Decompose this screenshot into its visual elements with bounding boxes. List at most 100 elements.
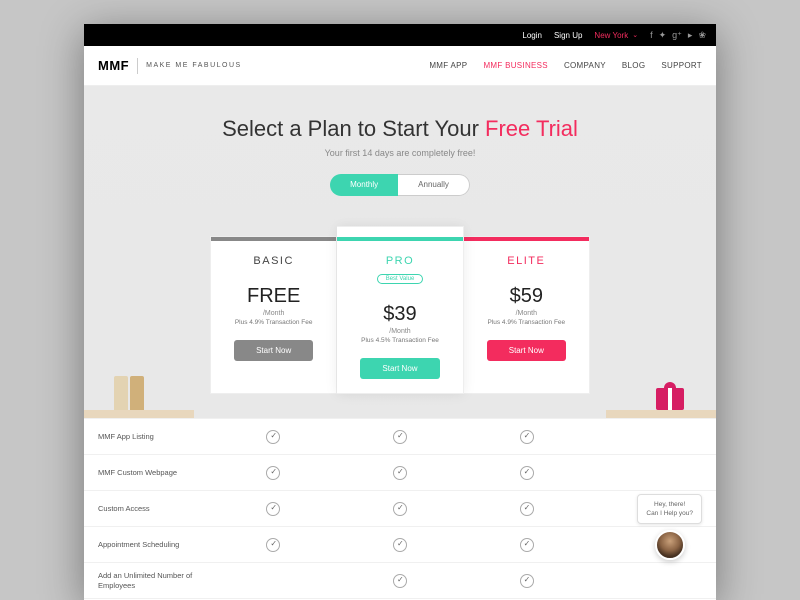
check-icon <box>266 502 280 516</box>
feature-row: Appointment Scheduling <box>84 526 716 562</box>
plan-elite: ELITE $59 /Month Plus 4.9% Transaction F… <box>464 236 590 394</box>
navbar: MMF MAKE ME FABULOUS MMF APP MMF BUSINES… <box>84 46 716 86</box>
plan-period: /Month <box>464 310 589 317</box>
hero: Select a Plan to Start Your Free Trial Y… <box>84 86 716 418</box>
feature-label: MMF Custom Webpage <box>84 468 210 478</box>
toggle-monthly[interactable]: Monthly <box>330 174 398 196</box>
feature-cell <box>337 466 464 480</box>
check-icon <box>520 574 534 588</box>
check-icon <box>393 538 407 552</box>
gift-icon <box>656 388 684 410</box>
feature-table: MMF App Listing MMF Custom Webpage Custo… <box>84 418 716 600</box>
feature-row: Add an Unlimited Number of Employees <box>84 562 716 598</box>
desk-decor-left <box>84 338 194 418</box>
feature-cell <box>210 574 337 588</box>
nav-links: MMF APP MMF BUSINESS COMPANY BLOG SUPPOR… <box>429 61 702 70</box>
feature-cells <box>210 502 590 516</box>
toggle-annually[interactable]: Annually <box>398 174 470 196</box>
feature-cell <box>337 430 464 444</box>
login-link[interactable]: Login <box>522 31 542 40</box>
plan-accent-bar <box>464 237 589 241</box>
check-icon <box>266 538 280 552</box>
feature-label: Add an Unlimited Number of Employees <box>84 571 210 591</box>
plan-pro: PRO Best Value $39 /Month Plus 4.5% Tran… <box>337 226 463 394</box>
plan-name: BASIC <box>211 255 336 267</box>
chevron-down-icon: ⌄ <box>632 31 638 39</box>
plan-accent-bar <box>211 237 336 241</box>
vine-icon[interactable]: ❀ <box>698 30 706 41</box>
nav-support[interactable]: SUPPORT <box>661 61 702 70</box>
start-now-button[interactable]: Start Now <box>234 340 313 361</box>
shelf <box>84 410 194 418</box>
best-value-badge: Best Value <box>377 274 424 284</box>
billing-toggle: Monthly Annually <box>330 174 470 196</box>
feature-cell <box>210 502 337 516</box>
youtube-icon[interactable]: ▸ <box>688 30 693 41</box>
plan-price: $39 <box>337 303 462 326</box>
nav-mmf-app[interactable]: MMF APP <box>429 61 467 70</box>
pricing-plans: BASIC FREE /Month Plus 4.9% Transaction … <box>210 236 590 394</box>
feature-cell <box>463 466 590 480</box>
feature-cell <box>337 574 464 588</box>
plan-accent-bar <box>337 237 462 241</box>
chat-bubble: Hey, there! Can I Help you? <box>637 494 702 524</box>
check-icon <box>393 574 407 588</box>
check-icon <box>393 502 407 516</box>
start-now-button[interactable]: Start Now <box>360 358 439 379</box>
hero-subtitle: Your first 14 days are completely free! <box>84 148 716 158</box>
plan-period: /Month <box>337 328 462 335</box>
brand[interactable]: MMF MAKE ME FABULOUS <box>98 58 242 74</box>
nav-mmf-business[interactable]: MMF BUSINESS <box>483 61 548 70</box>
city-label: New York <box>594 31 628 40</box>
plan-basic: BASIC FREE /Month Plus 4.9% Transaction … <box>210 236 337 394</box>
page-frame: Login Sign Up New York ⌄ f ✦ g⁺ ▸ ❀ MMF … <box>84 24 716 600</box>
check-icon <box>266 466 280 480</box>
twitter-icon[interactable]: ✦ <box>659 30 667 41</box>
feature-cell <box>463 538 590 552</box>
signup-link[interactable]: Sign Up <box>554 31 582 40</box>
feature-cell <box>337 538 464 552</box>
feature-cells <box>210 430 590 444</box>
feature-cells <box>210 574 590 588</box>
check-icon <box>520 466 534 480</box>
feature-label: MMF App Listing <box>84 432 210 442</box>
feature-row: MMF App Listing <box>84 418 716 454</box>
feature-row: Custom Access <box>84 490 716 526</box>
feature-cell <box>463 430 590 444</box>
check-icon <box>520 538 534 552</box>
city-selector[interactable]: New York ⌄ <box>594 31 638 40</box>
google-icon[interactable]: g⁺ <box>672 30 682 41</box>
feature-label: Appointment Scheduling <box>84 540 210 550</box>
feature-cell <box>210 466 337 480</box>
facebook-icon[interactable]: f <box>650 30 653 41</box>
plan-price: $59 <box>464 285 589 308</box>
feature-cell <box>210 430 337 444</box>
feature-cells <box>210 538 590 552</box>
folder-icon <box>130 376 144 410</box>
plan-name: ELITE <box>464 255 589 267</box>
plan-fee: Plus 4.9% Transaction Fee <box>211 319 336 326</box>
chat-avatar[interactable] <box>655 530 685 560</box>
brand-separator <box>137 58 138 74</box>
feature-cell <box>463 502 590 516</box>
check-icon <box>520 502 534 516</box>
folder-icon <box>114 376 128 410</box>
feature-cell <box>210 538 337 552</box>
hero-title: Select a Plan to Start Your Free Trial <box>84 116 716 142</box>
desk-decor-right <box>606 338 716 418</box>
chat-widget[interactable]: Hey, there! Can I Help you? <box>637 494 702 560</box>
hero-title-accent: Free Trial <box>485 116 578 141</box>
start-now-button[interactable]: Start Now <box>487 340 566 361</box>
feature-cells <box>210 466 590 480</box>
plan-name: PRO <box>337 255 462 267</box>
check-icon <box>520 430 534 444</box>
nav-blog[interactable]: BLOG <box>622 61 645 70</box>
topbar: Login Sign Up New York ⌄ f ✦ g⁺ ▸ ❀ <box>84 24 716 46</box>
plan-fee: Plus 4.9% Transaction Fee <box>464 319 589 326</box>
feature-cell <box>337 502 464 516</box>
shelf <box>606 410 716 418</box>
plan-period: /Month <box>211 310 336 317</box>
nav-company[interactable]: COMPANY <box>564 61 606 70</box>
chat-line2: Can I Help you? <box>646 510 693 517</box>
check-icon <box>393 430 407 444</box>
